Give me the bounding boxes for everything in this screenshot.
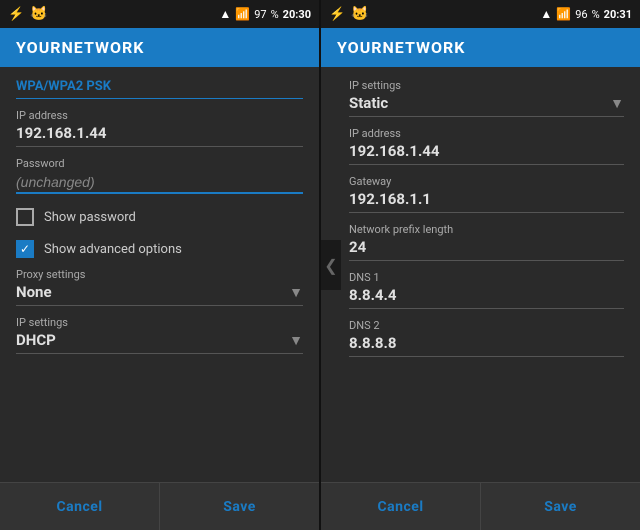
ip-settings-label-left: IP settings	[16, 316, 303, 329]
ip-settings-label-right: IP settings	[349, 79, 624, 92]
show-advanced-row: Show advanced options	[16, 240, 303, 258]
signal-icon-right: 📶	[556, 7, 571, 21]
wifi-icon: ▲	[219, 7, 231, 21]
right-phone: ❮ ⚡ 🐱 ▲ 📶 96 % 20:31 YOURNETWORK IP sett…	[321, 0, 640, 530]
security-type: WPA/WPA2 PSK	[16, 79, 303, 99]
signal-icon: 📶	[235, 7, 250, 21]
cat-icon-right: 🐱	[351, 6, 368, 22]
usb-icon-right: ⚡	[329, 7, 345, 22]
time-right: 20:31	[604, 8, 632, 21]
left-content: WPA/WPA2 PSK IP address 192.168.1.44 Pas…	[0, 67, 319, 482]
proxy-value: None	[16, 283, 52, 301]
right-content: IP settings Static ▼ IP address 192.168.…	[321, 67, 640, 482]
usb-icon: ⚡	[8, 7, 24, 22]
left-title-bar: YOURNETWORK	[0, 28, 319, 67]
left-status-bar: ⚡ 🐱 ▲ 📶 97 % 20:30	[0, 0, 319, 28]
gateway-label: Gateway	[349, 175, 624, 188]
battery-icon-left: %	[271, 8, 279, 21]
show-password-checkbox[interactable]	[16, 208, 34, 226]
ip-label-right: IP address	[349, 127, 624, 140]
password-label: Password	[16, 157, 303, 170]
right-title-bar: YOURNETWORK	[321, 28, 640, 67]
gateway-value: 192.168.1.1	[349, 190, 624, 213]
prefix-value: 24	[349, 238, 624, 261]
cat-icon: 🐱	[30, 6, 47, 22]
cancel-button-right[interactable]: Cancel	[321, 483, 481, 530]
cancel-button-left[interactable]: Cancel	[0, 483, 160, 530]
nav-back-arrow[interactable]: ❮	[321, 240, 341, 290]
show-password-label: Show password	[44, 210, 136, 225]
right-network-title: YOURNETWORK	[337, 38, 624, 57]
ip-value-left: 192.168.1.44	[16, 124, 303, 147]
left-network-title: YOURNETWORK	[16, 38, 303, 57]
battery-pct-right: %	[592, 8, 600, 21]
ip-settings-value-right: Static	[349, 94, 388, 112]
ip-settings-arrow-icon-right: ▼	[610, 95, 624, 112]
left-bottom-bar: Cancel Save	[0, 482, 319, 530]
show-advanced-label: Show advanced options	[44, 242, 182, 257]
ip-settings-arrow-icon-left: ▼	[289, 332, 303, 349]
ip-settings-value-left: DHCP	[16, 331, 56, 349]
ip-settings-dropdown-left[interactable]: DHCP ▼	[16, 331, 303, 354]
left-phone: ⚡ 🐱 ▲ 📶 97 % 20:30 YOURNETWORK WPA/WPA2 …	[0, 0, 319, 530]
save-button-left[interactable]: Save	[160, 483, 319, 530]
time-left: 20:30	[283, 8, 311, 21]
dns2-label: DNS 2	[349, 319, 624, 332]
right-status-bar: ⚡ 🐱 ▲ 📶 96 % 20:31	[321, 0, 640, 28]
proxy-arrow-icon: ▼	[289, 284, 303, 301]
ip-value-right: 192.168.1.44	[349, 142, 624, 165]
battery-level-right: 96	[575, 8, 587, 21]
show-advanced-checkbox[interactable]	[16, 240, 34, 258]
dns1-label: DNS 1	[349, 271, 624, 284]
right-bottom-bar: Cancel Save	[321, 482, 640, 530]
password-input[interactable]	[16, 172, 303, 194]
dns2-value: 8.8.8.8	[349, 334, 624, 357]
proxy-label: Proxy settings	[16, 268, 303, 281]
ip-settings-dropdown-right[interactable]: Static ▼	[349, 94, 624, 117]
prefix-label: Network prefix length	[349, 223, 624, 236]
proxy-dropdown[interactable]: None ▼	[16, 283, 303, 306]
save-button-right[interactable]: Save	[481, 483, 640, 530]
show-password-row: Show password	[16, 208, 303, 226]
dns1-value: 8.8.4.4	[349, 286, 624, 309]
ip-label-left: IP address	[16, 109, 303, 122]
arrow-left-icon: ❮	[324, 256, 337, 275]
wifi-icon-right: ▲	[540, 7, 552, 21]
battery-level-left: 97	[254, 8, 266, 21]
